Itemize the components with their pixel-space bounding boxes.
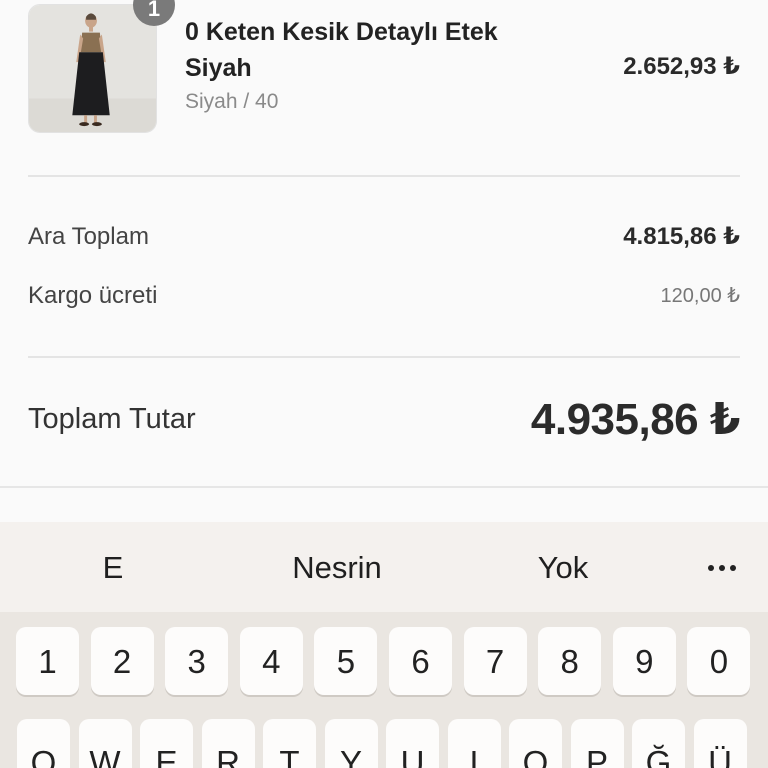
checkout-screen: 1 0 Keten Kesik Detaylı Etek Siyah Siyah…	[0, 0, 768, 768]
onscreen-keyboard: E Nesrin Yok 1234567890 QWERTYUIOPĞÜ	[0, 522, 768, 768]
key-ğ[interactable]: Ğ	[632, 719, 685, 768]
shipping-value: 120,00 ₺	[660, 285, 740, 307]
shipping-label: Kargo ücreti	[28, 282, 158, 309]
total-label: Toplam Tutar	[28, 403, 196, 435]
product-name: 0 Keten Kesik Detaylı Etek Siyah	[185, 18, 498, 82]
product-image	[28, 4, 157, 133]
key-w[interactable]: W	[78, 719, 132, 768]
key-ü[interactable]: Ü	[693, 719, 747, 768]
divider	[28, 356, 740, 358]
key-e[interactable]: E	[140, 719, 193, 768]
suggestion-bar: E Nesrin Yok	[0, 522, 768, 612]
key-9[interactable]: 9	[612, 627, 676, 695]
key-q[interactable]: Q	[17, 719, 70, 768]
key-4[interactable]: 4	[239, 627, 303, 695]
key-y[interactable]: Y	[324, 719, 378, 768]
skirt-product-photo	[29, 5, 156, 132]
key-p[interactable]: P	[570, 719, 624, 768]
product-price: 2.652,93 ₺	[623, 53, 740, 80]
subtotal-label: Ara Toplam	[28, 223, 149, 250]
suggestion-1[interactable]: E	[23, 550, 203, 586]
key-o[interactable]: O	[509, 719, 562, 768]
divider	[28, 175, 740, 177]
order-summary: 1 0 Keten Kesik Detaylı Etek Siyah Siyah…	[0, 0, 768, 488]
total-value: 4.935,86 ₺	[530, 395, 741, 444]
key-i[interactable]: I	[447, 719, 501, 768]
key-2[interactable]: 2	[90, 627, 154, 695]
key-t[interactable]: T	[263, 719, 316, 768]
key-6[interactable]: 6	[389, 627, 452, 695]
key-1[interactable]: 1	[16, 627, 79, 695]
key-7[interactable]: 7	[463, 627, 527, 695]
key-5[interactable]: 5	[314, 627, 378, 695]
key-r[interactable]: R	[201, 719, 255, 768]
suggestion-2[interactable]: Nesrin	[247, 550, 427, 586]
key-8[interactable]: 8	[538, 627, 602, 695]
product-variant: Siyah / 40	[185, 90, 279, 113]
subtotal-value: 4.815,86 ₺	[623, 223, 740, 250]
key-0[interactable]: 0	[687, 627, 751, 695]
more-horizontal-icon[interactable]	[704, 564, 740, 572]
key-u[interactable]: U	[386, 719, 439, 768]
key-3[interactable]: 3	[165, 627, 229, 695]
suggestion-3[interactable]: Yok	[473, 550, 653, 586]
